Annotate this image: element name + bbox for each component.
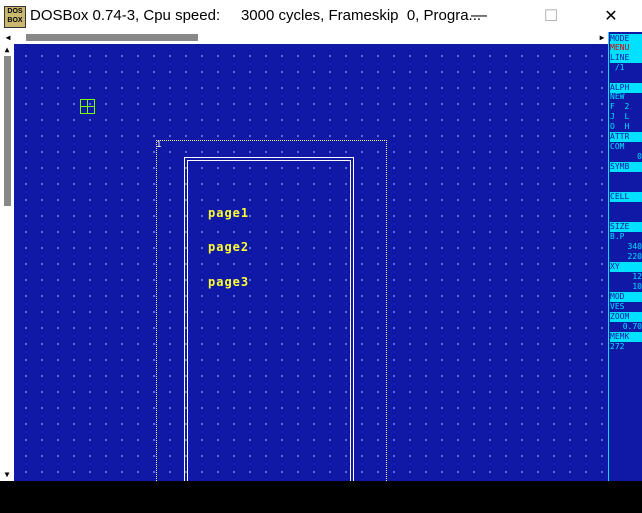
sidebar-item-10: 10 (632, 282, 642, 291)
menu-item-page1[interactable]: page1 (208, 206, 249, 220)
sidebar-item-f-2: F 2 (610, 102, 630, 111)
sidebar-item-j-l: J L (610, 112, 630, 121)
editor-canvas[interactable]: 1 page1 page2 page3 (14, 44, 608, 487)
tool-sidebar: MODE MENU LINE /1 ALPH NEW F 2J LO H ATTR COM 0 S… (608, 32, 642, 481)
sidebar-item-xy[interactable]: XY (610, 262, 642, 272)
bottom-bar (0, 481, 642, 513)
sidebar-item-menu[interactable]: MENU (610, 43, 642, 53)
sidebar-item-0: 0 (637, 152, 642, 161)
scroll-left-arrow-icon[interactable]: ◀ (2, 32, 14, 44)
sidebar-item-b-p: B.P (610, 232, 625, 241)
menu-item-page3[interactable]: page3 (208, 275, 249, 289)
sidebar-item-memk[interactable]: MEMK (610, 332, 642, 342)
vertical-scroll-thumb[interactable] (4, 56, 11, 206)
scroll-right-arrow-icon[interactable]: ▶ (596, 32, 608, 44)
sidebar-item-340: 340 (627, 242, 642, 251)
scroll-up-arrow-icon[interactable]: ▲ (0, 44, 14, 56)
page-number: 1 (156, 140, 162, 150)
window-title: DOSBox 0.74-3, Cpu speed: 3000 cycles, F… (30, 7, 482, 24)
sidebar-item-0-70: 0.70 (622, 322, 642, 331)
sidebar-item--1: /1 (610, 63, 625, 72)
sidebar-item-mod[interactable]: MOD (610, 292, 642, 302)
minimize-button[interactable]: — (456, 0, 502, 32)
sidebar-item-zoom[interactable]: ZOOM (610, 312, 642, 322)
horizontal-scroll-thumb[interactable] (26, 34, 198, 41)
crosshair-cursor-icon (80, 99, 95, 114)
vertical-scrollbar[interactable]: ▲ ▼ (0, 44, 14, 481)
sidebar-item-com: COM (610, 142, 625, 151)
sidebar-item-size[interactable]: SIZE (610, 222, 642, 232)
scroll-down-arrow-icon[interactable]: ▼ (0, 469, 14, 481)
dosbox-app-icon[interactable]: DOS BOX (4, 6, 26, 28)
sidebar-item-symb[interactable]: SYMB (610, 162, 642, 172)
sidebar-item-line[interactable]: LINE (610, 53, 642, 63)
sidebar-item-ves: VES (610, 302, 625, 311)
menu-item-page2[interactable]: page2 (208, 240, 249, 254)
sidebar-item-220: 220 (627, 252, 642, 261)
close-button[interactable]: ✕ (588, 0, 634, 32)
sidebar-item-cell[interactable]: CELL (610, 192, 642, 202)
sidebar-item-o-h: O H (610, 122, 630, 131)
sidebar-item-12: 12 (632, 272, 642, 281)
title-bar: DOS BOX DOSBox 0.74-3, Cpu speed: 3000 c… (0, 0, 642, 32)
maximize-button[interactable]: ☐ (528, 0, 574, 32)
sidebar-item-272: 272 (610, 342, 625, 351)
sidebar-item-new: NEW (610, 92, 625, 101)
sidebar-item-attr[interactable]: ATTR (610, 132, 642, 142)
